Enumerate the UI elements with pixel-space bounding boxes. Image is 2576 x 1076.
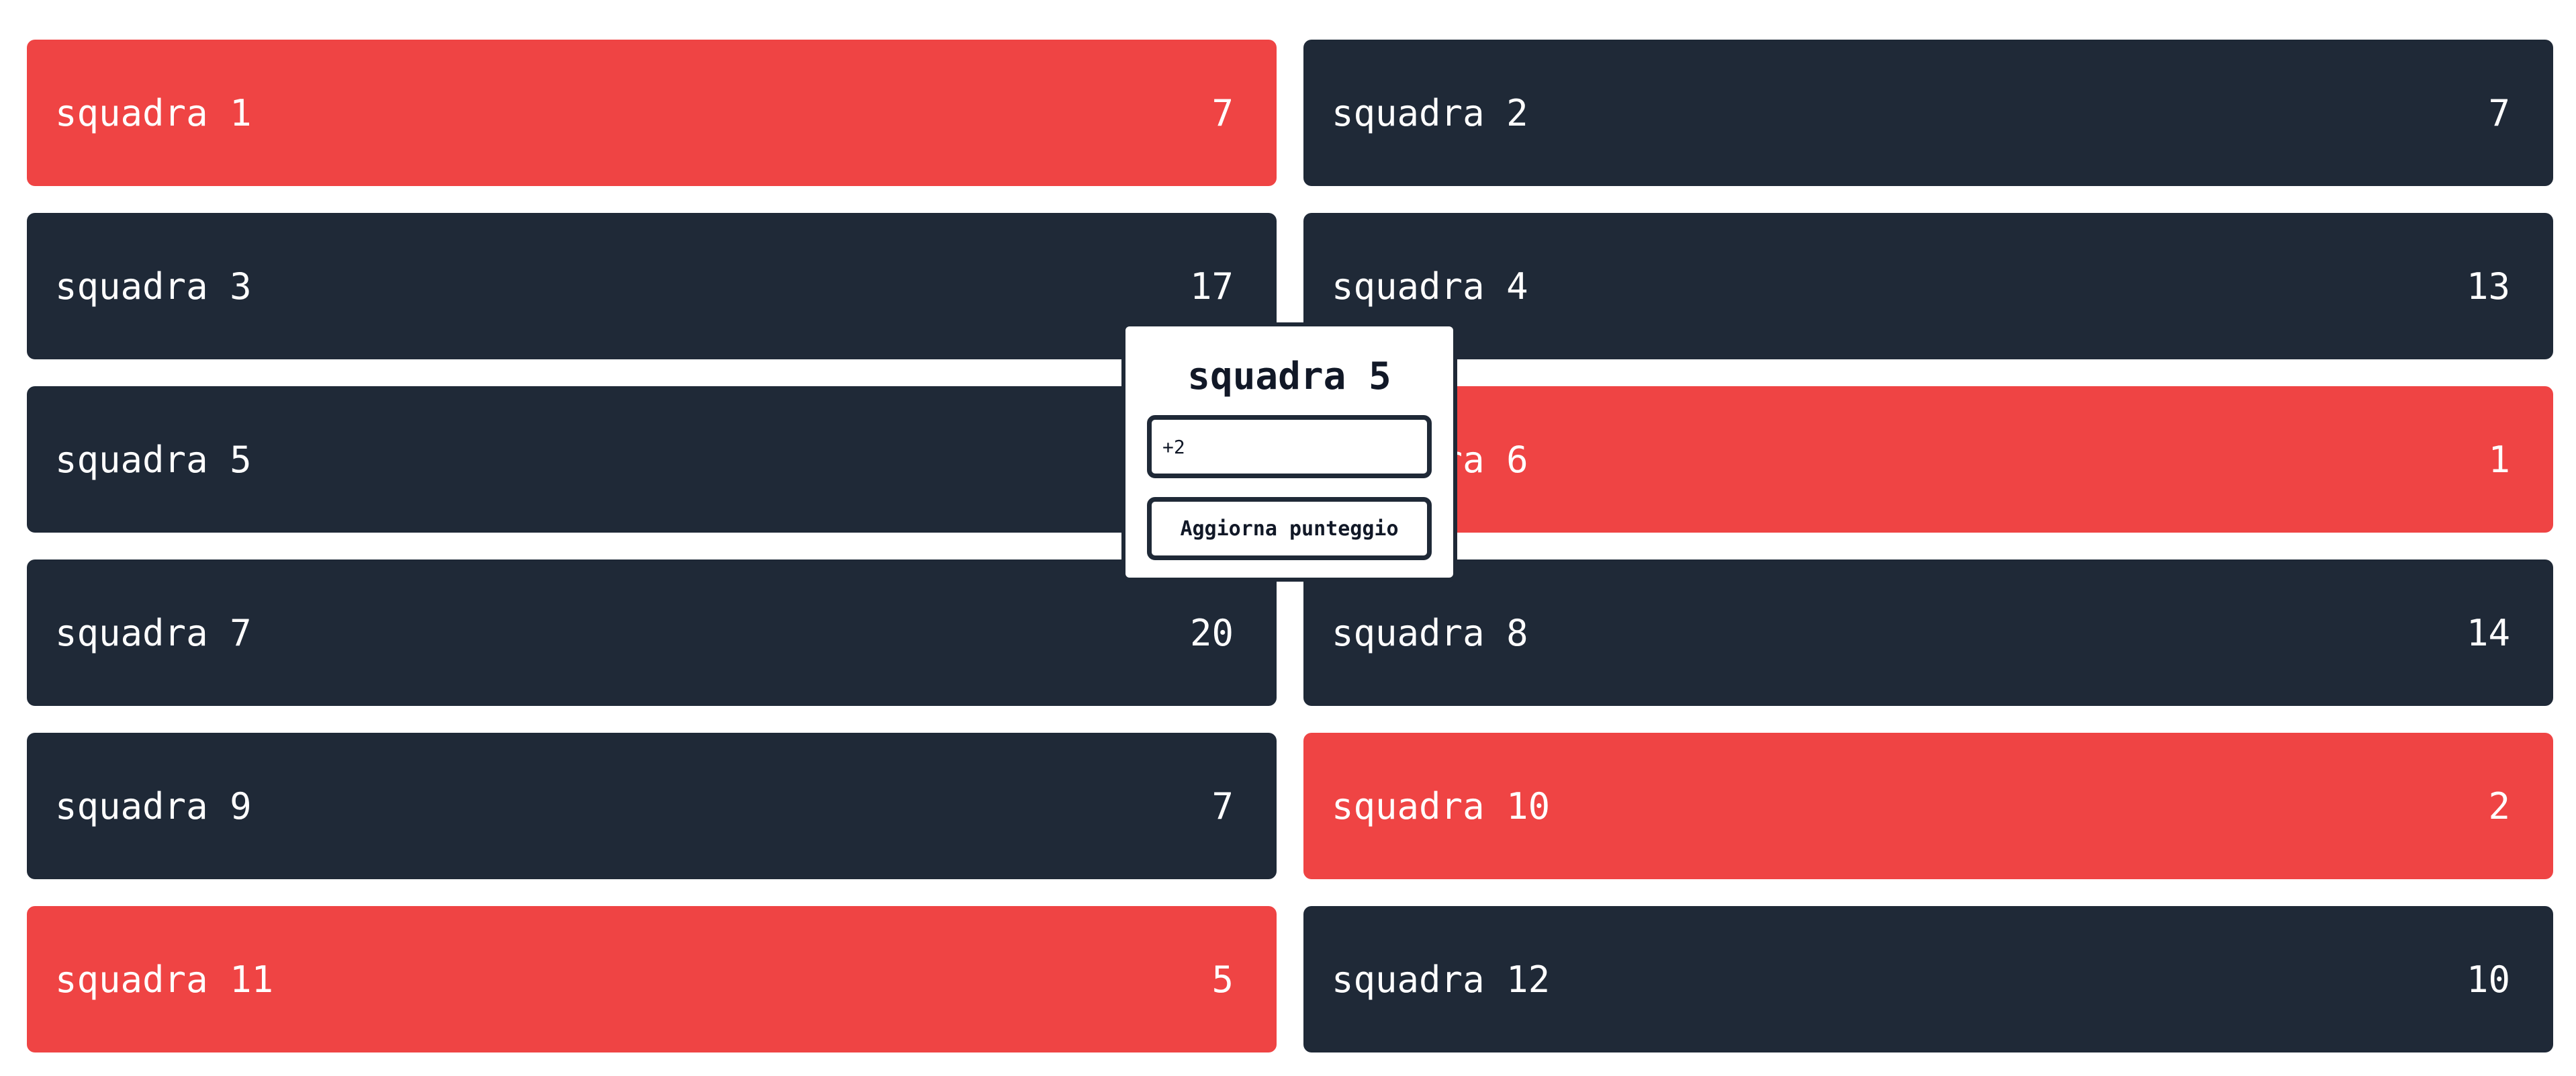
team-card[interactable]: squadra 4 13	[1303, 213, 2553, 359]
team-name: squadra 3	[55, 265, 252, 308]
team-score: 20	[1189, 611, 1234, 654]
update-score-button[interactable]: Aggiorna punteggio	[1147, 497, 1432, 560]
team-name: squadra 10	[1332, 784, 1551, 827]
team-card[interactable]: squadra 9 7	[27, 733, 1277, 879]
team-score: 5	[1211, 958, 1234, 1001]
team-name: squadra 12	[1332, 958, 1551, 1001]
team-score: 14	[2466, 611, 2510, 654]
team-name: squadra 9	[55, 784, 252, 827]
score-update-popup: squadra 5 Aggiorna punteggio	[1121, 322, 1457, 582]
team-name: squadra 2	[1332, 91, 1528, 134]
team-name: squadra 7	[55, 611, 252, 654]
team-score: 2	[2488, 784, 2510, 827]
team-card[interactable]: squadra 1 7	[27, 40, 1277, 186]
team-score: 1	[2488, 438, 2510, 481]
team-score: 7	[1211, 784, 1234, 827]
team-score: 17	[1189, 265, 1234, 308]
team-card[interactable]: squadra 3 17	[27, 213, 1277, 359]
team-card[interactable]: squadra 10 2	[1303, 733, 2553, 879]
team-card[interactable]: squadra 2 7	[1303, 40, 2553, 186]
team-card[interactable]: squadra 7 20	[27, 559, 1277, 706]
team-name: squadra 8	[1332, 611, 1528, 654]
team-card[interactable]: squadra 5	[27, 386, 1277, 533]
team-name: squadra 5	[55, 438, 252, 481]
team-card[interactable]: squadra 6 1	[1303, 386, 2553, 533]
team-score: 10	[2466, 958, 2510, 1001]
team-score: 7	[2488, 91, 2510, 134]
team-card[interactable]: squadra 12 10	[1303, 906, 2553, 1052]
score-input[interactable]	[1147, 415, 1432, 478]
team-card[interactable]: squadra 11 5	[27, 906, 1277, 1052]
team-name: squadra 11	[55, 958, 274, 1001]
team-score: 7	[1211, 91, 1234, 134]
popup-title: squadra 5	[1187, 355, 1391, 398]
team-name: squadra 4	[1332, 265, 1528, 308]
team-card[interactable]: squadra 8 14	[1303, 559, 2553, 706]
team-name: squadra 1	[55, 91, 252, 134]
team-score: 13	[2466, 265, 2510, 308]
